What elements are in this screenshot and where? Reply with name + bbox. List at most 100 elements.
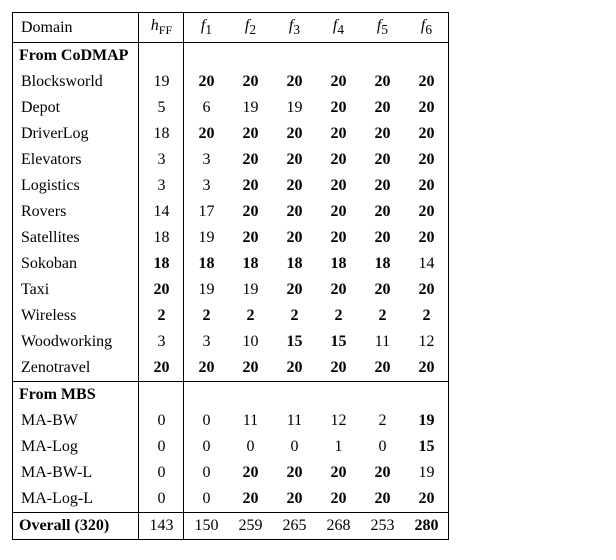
value-cell: 18: [139, 121, 184, 147]
value-cell: 20: [139, 355, 184, 382]
value-cell: 2: [316, 303, 360, 329]
value-cell: 20: [360, 225, 404, 251]
value-cell: 20: [228, 355, 272, 382]
value-cell: 2: [404, 303, 449, 329]
value-cell: 12: [316, 408, 360, 434]
value-cell: 19: [404, 408, 449, 434]
value-cell: 20: [316, 486, 360, 513]
value-cell: 18: [139, 225, 184, 251]
value-cell: 20: [316, 355, 360, 382]
domain-cell: Blocksworld: [13, 69, 139, 95]
value-cell: 0: [184, 408, 229, 434]
overall-value: 253: [360, 513, 404, 540]
column-header: hFF: [139, 13, 184, 43]
domain-cell: Sokoban: [13, 251, 139, 277]
value-cell: 20: [272, 460, 316, 486]
domain-cell: Wireless: [13, 303, 139, 329]
value-cell: 3: [184, 147, 229, 173]
value-cell: 0: [184, 460, 229, 486]
value-cell: 1: [316, 434, 360, 460]
value-cell: 20: [316, 69, 360, 95]
value-cell: 20: [404, 95, 449, 121]
value-cell: 19: [228, 277, 272, 303]
value-cell: 17: [184, 199, 229, 225]
value-cell: 19: [228, 95, 272, 121]
value-cell: 20: [360, 199, 404, 225]
value-cell: 20: [404, 69, 449, 95]
value-cell: 20: [404, 121, 449, 147]
value-cell: 20: [272, 121, 316, 147]
value-cell: 20: [316, 460, 360, 486]
column-header: f1: [184, 13, 229, 43]
domain-cell: Rovers: [13, 199, 139, 225]
value-cell: 20: [139, 277, 184, 303]
value-cell: 20: [360, 95, 404, 121]
value-cell: 2: [360, 303, 404, 329]
column-header: Domain: [13, 13, 139, 43]
value-cell: 3: [139, 329, 184, 355]
value-cell: 20: [360, 355, 404, 382]
value-cell: 20: [316, 225, 360, 251]
domain-cell: Elevators: [13, 147, 139, 173]
value-cell: 19: [184, 277, 229, 303]
value-cell: 0: [139, 486, 184, 513]
value-cell: 3: [184, 329, 229, 355]
value-cell: 20: [228, 147, 272, 173]
value-cell: 20: [316, 277, 360, 303]
value-cell: 18: [272, 251, 316, 277]
value-cell: 20: [272, 355, 316, 382]
value-cell: 3: [139, 147, 184, 173]
value-cell: 19: [404, 460, 449, 486]
value-cell: 20: [404, 147, 449, 173]
value-cell: 20: [184, 121, 229, 147]
value-cell: 18: [316, 251, 360, 277]
overall-value: 265: [272, 513, 316, 540]
domain-cell: Woodworking: [13, 329, 139, 355]
value-cell: 0: [184, 486, 229, 513]
value-cell: 0: [139, 460, 184, 486]
value-cell: 20: [360, 173, 404, 199]
value-cell: 20: [360, 460, 404, 486]
overall-label: Overall (320): [13, 513, 139, 540]
value-cell: 10: [228, 329, 272, 355]
domain-cell: MA-Log-L: [13, 486, 139, 513]
overall-value: 143: [139, 513, 184, 540]
column-header: f5: [360, 13, 404, 43]
value-cell: 20: [228, 69, 272, 95]
value-cell: 20: [272, 69, 316, 95]
value-cell: 19: [139, 69, 184, 95]
value-cell: 20: [404, 225, 449, 251]
results-table: DomainhFFf1f2f3f4f5f6From CoDMAPBlockswo…: [12, 12, 449, 540]
domain-cell: MA-BW: [13, 408, 139, 434]
value-cell: 20: [272, 147, 316, 173]
section-title: From MBS: [13, 382, 139, 409]
value-cell: 20: [404, 277, 449, 303]
value-cell: 20: [184, 355, 229, 382]
value-cell: 2: [139, 303, 184, 329]
value-cell: 20: [360, 69, 404, 95]
value-cell: 15: [272, 329, 316, 355]
value-cell: 15: [316, 329, 360, 355]
domain-cell: MA-BW-L: [13, 460, 139, 486]
value-cell: 20: [272, 199, 316, 225]
value-cell: 20: [228, 460, 272, 486]
value-cell: 3: [184, 173, 229, 199]
overall-value: 150: [184, 513, 229, 540]
value-cell: 20: [360, 147, 404, 173]
value-cell: 20: [228, 486, 272, 513]
value-cell: 20: [404, 355, 449, 382]
column-header: f2: [228, 13, 272, 43]
value-cell: 18: [184, 251, 229, 277]
value-cell: 11: [360, 329, 404, 355]
value-cell: 15: [404, 434, 449, 460]
value-cell: 20: [404, 173, 449, 199]
value-cell: 20: [316, 95, 360, 121]
value-cell: 20: [316, 121, 360, 147]
value-cell: 14: [404, 251, 449, 277]
value-cell: 20: [272, 277, 316, 303]
value-cell: 14: [139, 199, 184, 225]
value-cell: 6: [184, 95, 229, 121]
domain-cell: Depot: [13, 95, 139, 121]
section-title: From CoDMAP: [13, 43, 139, 70]
value-cell: 5: [139, 95, 184, 121]
